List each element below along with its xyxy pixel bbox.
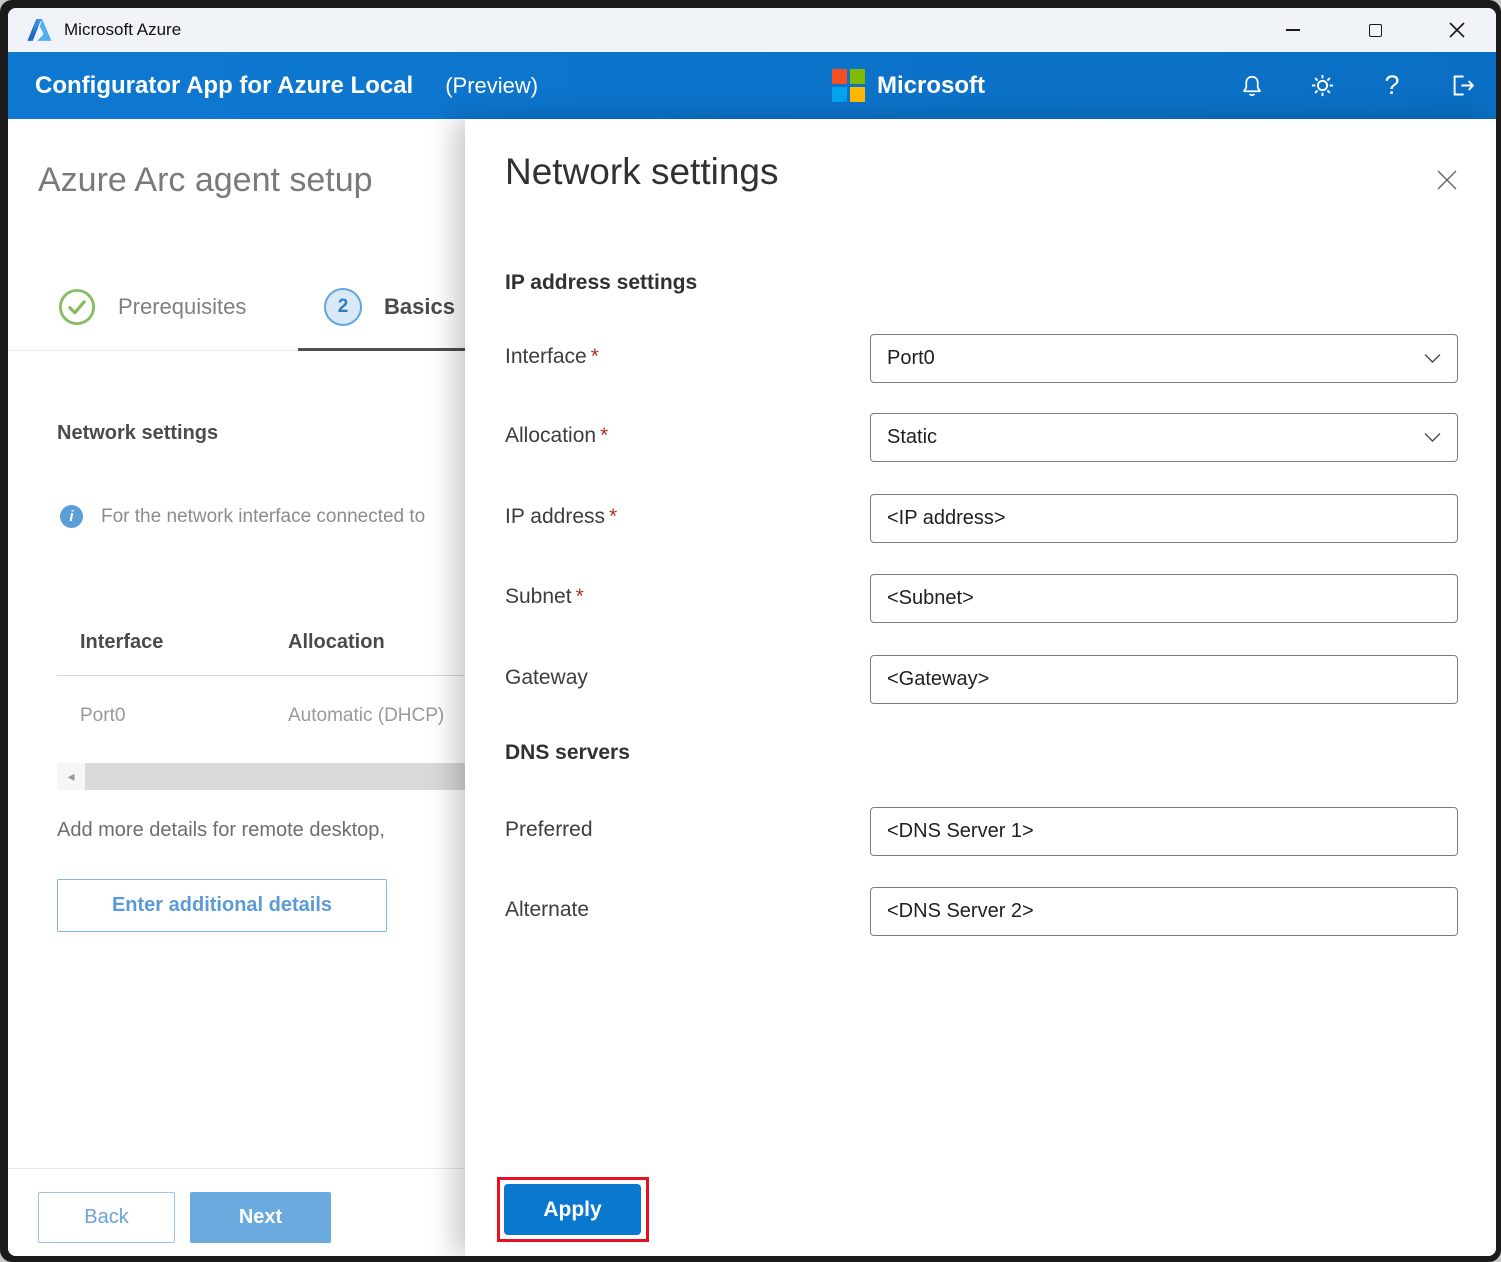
preview-badge: (Preview) bbox=[445, 73, 538, 99]
screen: Microsoft Azure Configurator App for Azu… bbox=[0, 0, 1501, 1262]
alternate-dns-value: <DNS Server 2> bbox=[887, 900, 1034, 923]
arc-agent-setup-page: Azure Arc agent setup Prerequisites 2 Ba… bbox=[8, 119, 465, 1256]
ip-address-label: IP address bbox=[505, 505, 605, 528]
table-header-allocation: Allocation bbox=[288, 631, 385, 654]
back-button[interactable]: Back bbox=[38, 1192, 175, 1243]
subnet-value: <Subnet> bbox=[887, 587, 974, 610]
horizontal-scrollbar[interactable]: ◂ bbox=[57, 763, 465, 790]
field-gateway: Gateway <Gateway> bbox=[505, 655, 1458, 704]
app-header-titles: Configurator App for Azure Local (Previe… bbox=[35, 52, 538, 119]
field-ip-address: IP address* <IP address> bbox=[505, 494, 1458, 543]
chevron-down-icon bbox=[1424, 432, 1441, 443]
tab-basics[interactable]: 2 Basics bbox=[324, 288, 455, 326]
settings-button[interactable] bbox=[1308, 72, 1336, 100]
apply-button[interactable]: Apply bbox=[504, 1184, 641, 1235]
chevron-down-icon bbox=[1424, 353, 1441, 364]
gateway-label: Gateway bbox=[505, 666, 588, 689]
close-icon bbox=[1449, 22, 1465, 38]
alternate-dns-label: Alternate bbox=[505, 898, 589, 921]
minimize-button[interactable] bbox=[1280, 17, 1306, 43]
help-button[interactable]: ? bbox=[1378, 72, 1406, 100]
panel-title: Network settings bbox=[505, 151, 779, 193]
info-icon: i bbox=[60, 505, 83, 528]
window-frame: Microsoft Azure Configurator App for Azu… bbox=[0, 0, 1501, 1262]
add-details-text: Add more details for remote desktop, bbox=[57, 819, 385, 842]
next-button[interactable]: Next bbox=[190, 1192, 331, 1243]
table-cell-interface: Port0 bbox=[80, 705, 125, 727]
interface-value: Port0 bbox=[887, 347, 935, 370]
maximize-button[interactable] bbox=[1362, 17, 1388, 43]
subnet-label: Subnet bbox=[505, 585, 572, 608]
required-asterisk: * bbox=[600, 424, 608, 447]
step-complete-icon bbox=[58, 288, 96, 326]
microsoft-logo-icon bbox=[832, 69, 865, 102]
allocation-value: Static bbox=[887, 426, 937, 449]
close-window-button[interactable] bbox=[1444, 17, 1470, 43]
panel-close-button[interactable] bbox=[1432, 165, 1462, 195]
main-area: Azure Arc agent setup Prerequisites 2 Ba… bbox=[8, 119, 1496, 1256]
tab-prerequisites-label: Prerequisites bbox=[118, 294, 246, 320]
interface-dropdown[interactable]: Port0 bbox=[870, 334, 1458, 383]
gear-icon bbox=[1309, 72, 1336, 99]
subnet-input[interactable]: <Subnet> bbox=[870, 574, 1458, 623]
scroll-left-icon: ◂ bbox=[67, 768, 74, 785]
gateway-value: <Gateway> bbox=[887, 668, 989, 691]
window-title: Microsoft Azure bbox=[64, 20, 181, 40]
field-alternate-dns: Alternate <DNS Server 2> bbox=[505, 887, 1458, 936]
footer-divider bbox=[8, 1168, 465, 1169]
dns-servers-heading: DNS servers bbox=[505, 741, 630, 765]
allocation-label: Allocation bbox=[505, 424, 596, 447]
step-number-badge: 2 bbox=[324, 288, 362, 326]
network-settings-heading: Network settings bbox=[57, 422, 218, 445]
alternate-dns-input[interactable]: <DNS Server 2> bbox=[870, 887, 1458, 936]
required-asterisk: * bbox=[576, 585, 584, 608]
window-controls bbox=[1280, 8, 1470, 52]
ip-address-input[interactable]: <IP address> bbox=[870, 494, 1458, 543]
enter-additional-details-button[interactable]: Enter additional details bbox=[57, 879, 387, 932]
table-divider bbox=[57, 675, 465, 676]
field-allocation: Allocation* Static bbox=[505, 413, 1458, 462]
notifications-button[interactable] bbox=[1238, 72, 1266, 100]
close-icon bbox=[1435, 168, 1459, 192]
tab-prerequisites[interactable]: Prerequisites bbox=[58, 288, 246, 326]
network-settings-panel: Network settings IP address settings Int… bbox=[465, 119, 1496, 1256]
scrollbar-thumb[interactable] bbox=[85, 763, 465, 790]
preferred-dns-value: <DNS Server 1> bbox=[887, 820, 1034, 843]
preferred-dns-label: Preferred bbox=[505, 818, 593, 841]
microsoft-brand: Microsoft bbox=[832, 52, 985, 119]
scroll-left-button[interactable]: ◂ bbox=[57, 763, 85, 790]
ip-address-value: <IP address> bbox=[887, 507, 1006, 530]
ip-address-settings-heading: IP address settings bbox=[505, 271, 697, 295]
app-title: Configurator App for Azure Local bbox=[35, 72, 413, 100]
app-header: Configurator App for Azure Local (Previe… bbox=[8, 52, 1496, 119]
field-interface: Interface* Port0 bbox=[505, 334, 1458, 383]
microsoft-wordmark: Microsoft bbox=[877, 72, 985, 100]
bell-icon bbox=[1239, 73, 1265, 99]
allocation-dropdown[interactable]: Static bbox=[870, 413, 1458, 462]
title-bar: Microsoft Azure bbox=[8, 8, 1496, 52]
sign-out-button[interactable] bbox=[1448, 72, 1476, 100]
required-asterisk: * bbox=[591, 345, 599, 368]
info-text: For the network interface connected to bbox=[101, 506, 425, 528]
help-icon: ? bbox=[1384, 70, 1399, 101]
sign-out-icon bbox=[1449, 72, 1476, 99]
header-actions: ? bbox=[1238, 52, 1476, 119]
interface-label: Interface bbox=[505, 345, 587, 368]
table-cell-allocation: Automatic (DHCP) bbox=[288, 705, 444, 727]
info-message: i For the network interface connected to bbox=[60, 505, 460, 528]
tab-basics-label: Basics bbox=[384, 294, 455, 320]
active-tab-underline bbox=[298, 348, 465, 351]
azure-logo-icon bbox=[26, 17, 52, 43]
app-window: Microsoft Azure Configurator App for Azu… bbox=[8, 8, 1496, 1256]
field-preferred-dns: Preferred <DNS Server 1> bbox=[505, 807, 1458, 856]
required-asterisk: * bbox=[609, 505, 617, 528]
preferred-dns-input[interactable]: <DNS Server 1> bbox=[870, 807, 1458, 856]
gateway-input[interactable]: <Gateway> bbox=[870, 655, 1458, 704]
table-header-interface: Interface bbox=[80, 631, 163, 654]
page-title: Azure Arc agent setup bbox=[38, 161, 373, 200]
field-subnet: Subnet* <Subnet> bbox=[505, 574, 1458, 623]
